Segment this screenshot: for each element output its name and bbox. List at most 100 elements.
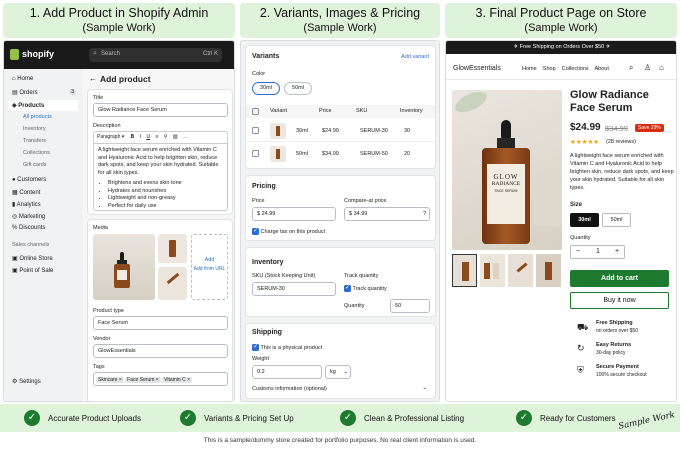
bold-icon[interactable]: B (131, 134, 135, 140)
user-icon[interactable]: ♙ (644, 63, 651, 72)
add-media-dropzone[interactable]: Add Add from URL (191, 234, 228, 300)
nav-orders[interactable]: ▤ Orders 3 (12, 89, 76, 96)
minus-icon[interactable]: − (576, 246, 580, 258)
header-1: 1. Add Product in Shopify Admin (Sample W… (3, 3, 235, 38)
track-quantity-checkbox[interactable]: ✓ Track quantity (344, 285, 387, 292)
nav-label: Customers (17, 177, 47, 183)
shipping-banner: ✈ Free Shipping on Orders Over $50 ✈ (446, 41, 676, 54)
vendor-input[interactable]: GlowEssentials (93, 344, 228, 358)
table-row[interactable]: 30ml $24.99 SERUM-30 30 (246, 120, 435, 142)
product-type-input[interactable]: Face Serum (93, 316, 228, 330)
tag-chip[interactable]: Vitamin C × (162, 377, 192, 383)
cart-icon[interactable]: ⌂ (659, 63, 664, 72)
quantity-label: Quantity (570, 235, 591, 241)
physical-product-checkbox[interactable]: ✓ This is a physical product (252, 344, 322, 351)
image-icon[interactable]: ▨ (173, 134, 178, 140)
media-thumb-2[interactable] (158, 267, 187, 300)
subnav-inventory[interactable]: Inventory (23, 126, 46, 132)
nav-home[interactable]: ⌂ Home (12, 76, 33, 82)
more-icon[interactable]: … (183, 134, 188, 140)
tag-chip[interactable]: Face Serum × (125, 377, 161, 383)
subnav-collections[interactable]: Collections (23, 150, 50, 156)
variant-name: 50ml (296, 151, 308, 157)
nav-customers[interactable]: ● Customers (12, 177, 46, 183)
size-30ml-button[interactable]: 30ml (570, 213, 599, 227)
physical-product-label: This is a physical product (260, 344, 323, 351)
customs-info-toggle[interactable]: Customs information (optional) (252, 386, 327, 392)
italic-icon[interactable]: I (140, 134, 141, 140)
media-thumb-1[interactable] (158, 234, 187, 263)
compare-price-input[interactable]: $ 34.99? (344, 207, 430, 221)
nav-collections-link[interactable]: Collections (562, 66, 589, 72)
buy-now-button[interactable]: Buy it now (570, 292, 669, 309)
description-editor[interactable]: A lightweight face serum enriched with V… (93, 143, 228, 211)
nav-marketing[interactable]: ◎ Marketing (12, 213, 45, 220)
row-checkbox[interactable] (252, 127, 259, 134)
paragraph-select[interactable]: Paragraph (97, 134, 120, 140)
nav-shop-link[interactable]: Shop (543, 66, 556, 72)
search-input[interactable]: ⌕ Search Ctrl K (89, 48, 222, 62)
add-media-button[interactable]: Add (192, 257, 227, 263)
nav-products[interactable]: ◈ Products (8, 100, 78, 111)
review-count[interactable]: (28 reviews) (606, 139, 636, 145)
title-input[interactable]: Glow Radiance Face Serum (93, 103, 228, 117)
compare-price: $34.99 (605, 124, 628, 133)
gallery-thumb-4[interactable] (536, 254, 561, 287)
store-brand[interactable]: GlowEssentials (453, 65, 501, 72)
link-icon[interactable]: ⚲ (164, 134, 168, 140)
quantity-input[interactable]: 50 (390, 299, 430, 313)
tag-chip[interactable]: Skincare × (96, 377, 124, 383)
option-50ml[interactable]: 50ml (284, 82, 312, 95)
subnav-gift-cards[interactable]: Gift cards (23, 162, 47, 168)
tags-input[interactable]: Skincare × Face Serum × Vitamin C × (93, 372, 228, 386)
align-icon[interactable]: ≡ (155, 134, 158, 140)
price-input[interactable]: $ 24.99 (252, 207, 336, 221)
gallery-thumb-1[interactable] (452, 254, 477, 287)
nav-discounts[interactable]: % Discounts (12, 225, 45, 231)
add-from-url-link[interactable]: Add from URL (192, 266, 227, 272)
nav-point-of-sale[interactable]: ▣ Point of Sale (12, 267, 53, 274)
plus-icon[interactable]: + (615, 246, 619, 258)
nav-content[interactable]: ▦ Content (12, 189, 40, 196)
row-checkbox[interactable] (252, 150, 259, 157)
back-arrow-icon[interactable]: ← (89, 74, 97, 83)
subnav-all-products[interactable]: All products (23, 114, 52, 120)
add-to-cart-button[interactable]: Add to cart (570, 270, 669, 287)
option-30ml[interactable]: 30ml (252, 82, 280, 95)
header-sub: (Sample Work) (303, 22, 377, 34)
nav-home-link[interactable]: Home (522, 66, 537, 72)
nav-settings[interactable]: ⚙ Settings (12, 378, 41, 385)
inventory-title: Inventory (252, 259, 284, 266)
variant-price: $24.99 (322, 128, 339, 134)
pos-icon: ▣ (12, 268, 18, 274)
media-main-image[interactable] (93, 234, 155, 300)
checkmark-icon: ✓ (516, 410, 532, 426)
admin-topbar: shopify ⌕ Search Ctrl K (4, 41, 234, 69)
nav-analytics[interactable]: ▮ Analytics (12, 201, 41, 208)
bottle-label-line-1: GLOW (493, 173, 519, 181)
gallery-thumb-2[interactable] (480, 254, 505, 287)
weight-unit-select[interactable]: kg ⌄ (325, 365, 351, 379)
gallery-thumb-3[interactable] (508, 254, 533, 287)
underline-icon[interactable]: U (146, 134, 150, 140)
sku-input[interactable]: SERUM-30 (252, 282, 336, 296)
summary-bar: ✓ Accurate Product Uploads ✓ Variants & … (0, 404, 680, 432)
header-title: 1. Add Product in Shopify Admin (29, 6, 209, 20)
add-variant-link[interactable]: Add variant (401, 54, 429, 60)
size-50ml-button[interactable]: 50ml (602, 213, 631, 227)
quantity-stepper[interactable]: − 1 + (570, 245, 625, 259)
compare-price-value: 34.99 (353, 211, 368, 217)
nav-about-link[interactable]: About (595, 66, 609, 72)
admin-panel: shopify ⌕ Search Ctrl K ⌂ Home ▤ Orders 3… (3, 40, 235, 402)
search-icon[interactable]: ⌕ (629, 63, 633, 73)
header-3: 3. Final Product Page on Store (Sample Wo… (445, 3, 677, 38)
chevron-down-icon[interactable]: ⌄ (422, 385, 427, 391)
select-all-checkbox[interactable] (252, 108, 259, 115)
charge-tax-checkbox[interactable]: ✓ Charge tax on this product (252, 228, 325, 235)
subnav-transfers[interactable]: Transfers (23, 138, 46, 144)
table-row[interactable]: 50ml $34.99 SERUM-50 20 (246, 143, 435, 165)
weight-input[interactable]: 0.2 (252, 365, 322, 379)
tag-icon: ◈ (12, 103, 17, 109)
checkbox-checked-icon: ✓ (252, 228, 259, 235)
nav-online-store[interactable]: ▣ Online Store (12, 255, 53, 262)
